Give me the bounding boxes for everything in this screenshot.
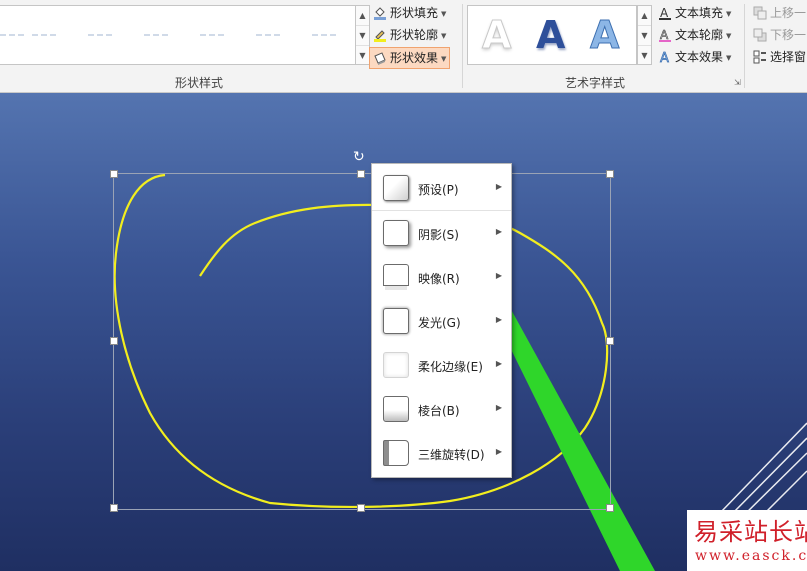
shape-style-preview[interactable]: [200, 34, 224, 36]
selection-pane-icon: [753, 50, 767, 64]
chevron-down-icon: ▼: [726, 31, 732, 40]
menu-item-shadow[interactable]: 阴影(S) ▶: [372, 211, 511, 255]
text-outline-icon: A: [658, 27, 672, 42]
chevron-down-icon: ▼: [726, 53, 732, 62]
wordart-sample-blue[interactable]: A: [536, 16, 565, 54]
group-divider: [462, 4, 463, 88]
menu-item-bevel[interactable]: 棱台(B) ▶: [372, 387, 511, 431]
scroll-up-icon[interactable]: ▲: [356, 6, 369, 26]
chevron-down-icon: ▼: [441, 54, 447, 63]
site-watermark: 易采站长站 www.easck.com: [687, 510, 807, 571]
scroll-down-icon[interactable]: ▼: [356, 26, 369, 46]
gallery-more-icon[interactable]: ▼: [638, 46, 651, 65]
text-outline-button[interactable]: A 文本轮廓 ▼: [658, 25, 731, 45]
resize-handle-sw[interactable]: [110, 504, 118, 512]
shape-effects-menu: 预设(P) ▶ 阴影(S) ▶ 映像(R) ▶ 发光(G) ▶ 柔化边缘(E) …: [371, 163, 512, 478]
wordart-style-gallery[interactable]: A A A: [467, 5, 637, 65]
text-fill-icon: A: [658, 6, 672, 20]
scroll-up-icon[interactable]: ▲: [638, 6, 651, 26]
shape-effects-icon: [373, 51, 387, 65]
wordart-gallery-scroll[interactable]: ▲ ▼ ▼: [637, 5, 652, 65]
svg-text:A: A: [660, 6, 669, 20]
preset-effect-icon: [383, 175, 409, 201]
wordart-sample-outline[interactable]: A: [589, 16, 619, 55]
bevel-effect-icon: [383, 396, 409, 422]
wordart-sample-plain[interactable]: A: [481, 16, 511, 55]
bring-forward-icon: [753, 6, 767, 20]
submenu-arrow-icon: ▶: [495, 227, 502, 236]
glow-effect-icon: [383, 308, 409, 334]
submenu-arrow-icon: ▶: [495, 447, 502, 456]
resize-handle-w[interactable]: [110, 337, 118, 345]
shape-styles-group-label: 形状样式: [175, 76, 224, 90]
resize-handle-se[interactable]: [606, 504, 614, 512]
resize-handle-e[interactable]: [606, 337, 614, 345]
menu-item-reflection[interactable]: 映像(R) ▶: [372, 255, 511, 299]
ribbon: ▲ ▼ ▼ 形状填充 ▼ 形状轮廓 ▼ 形状效果 ▼ 形状样式 A A A ▲ ▼ ▼…: [0, 0, 807, 93]
shape-style-gallery[interactable]: [0, 5, 357, 65]
wordart-styles-group-label: 艺术字样式: [565, 76, 626, 90]
menu-item-3d-rotation[interactable]: 三维旋转(D) ▶: [372, 431, 511, 475]
paint-bucket-icon: [373, 6, 387, 20]
reflection-effect-icon: [383, 264, 409, 286]
decorative-diagonal-lines: [719, 422, 807, 522]
selection-pane-button[interactable]: 选择窗: [753, 47, 806, 67]
shape-outline-button[interactable]: 形状轮廓 ▼: [373, 25, 446, 45]
shape-style-preview[interactable]: [32, 34, 56, 36]
pencil-outline-icon: [373, 28, 387, 42]
submenu-arrow-icon: ▶: [495, 359, 502, 368]
shape-style-preview[interactable]: [312, 34, 336, 36]
chevron-down-icon: ▼: [726, 9, 732, 18]
shape-style-gallery-scroll[interactable]: ▲ ▼ ▼: [355, 5, 370, 65]
submenu-arrow-icon: ▶: [495, 182, 502, 191]
send-backward-button[interactable]: 下移一: [753, 25, 806, 45]
text-effects-icon: A: [658, 50, 672, 66]
shadow-effect-icon: [383, 220, 409, 246]
submenu-arrow-icon: ▶: [495, 271, 502, 280]
soft-edges-effect-icon: [383, 352, 409, 378]
dialog-launcher-icon[interactable]: ⇲: [734, 78, 741, 87]
submenu-arrow-icon: ▶: [495, 315, 502, 324]
menu-item-soft-edges[interactable]: 柔化边缘(E) ▶: [372, 343, 511, 387]
resize-handle-s[interactable]: [357, 504, 365, 512]
svg-text:A: A: [660, 28, 669, 42]
bring-forward-button[interactable]: 上移一: [753, 3, 806, 23]
chevron-down-icon: ▼: [441, 9, 447, 18]
text-fill-button[interactable]: A 文本填充 ▼: [658, 3, 731, 23]
shape-style-preview[interactable]: [144, 34, 168, 36]
gallery-more-icon[interactable]: ▼: [356, 46, 369, 65]
watermark-url: www.easck.com: [695, 548, 807, 564]
3d-rotation-effect-icon: [383, 440, 409, 466]
watermark-title: 易采站长站: [694, 518, 807, 546]
scroll-down-icon[interactable]: ▼: [638, 26, 651, 46]
slide-canvas[interactable]: ↻ 预设(P) ▶ 阴影(S) ▶ 映像(R) ▶ 发光(G) ▶ 柔化边缘(E…: [0, 93, 807, 571]
shape-fill-button[interactable]: 形状填充 ▼: [373, 3, 446, 23]
rotate-handle-icon[interactable]: ↻: [353, 149, 365, 165]
shape-style-preview[interactable]: [256, 34, 280, 36]
svg-text:A: A: [660, 51, 669, 64]
resize-handle-n[interactable]: [357, 170, 365, 178]
send-backward-icon: [753, 28, 767, 42]
group-divider: [744, 4, 745, 88]
shape-effects-button[interactable]: 形状效果 ▼: [369, 47, 451, 69]
submenu-arrow-icon: ▶: [495, 403, 502, 412]
menu-item-preset[interactable]: 预设(P) ▶: [372, 166, 511, 210]
resize-handle-nw[interactable]: [110, 170, 118, 178]
shape-style-preview[interactable]: [88, 34, 112, 36]
resize-handle-ne[interactable]: [606, 170, 614, 178]
menu-item-glow[interactable]: 发光(G) ▶: [372, 299, 511, 343]
shape-selection-box[interactable]: [113, 173, 611, 510]
text-effects-button[interactable]: A 文本效果 ▼: [658, 47, 732, 67]
chevron-down-icon: ▼: [441, 31, 447, 40]
shape-style-preview[interactable]: [0, 34, 24, 36]
